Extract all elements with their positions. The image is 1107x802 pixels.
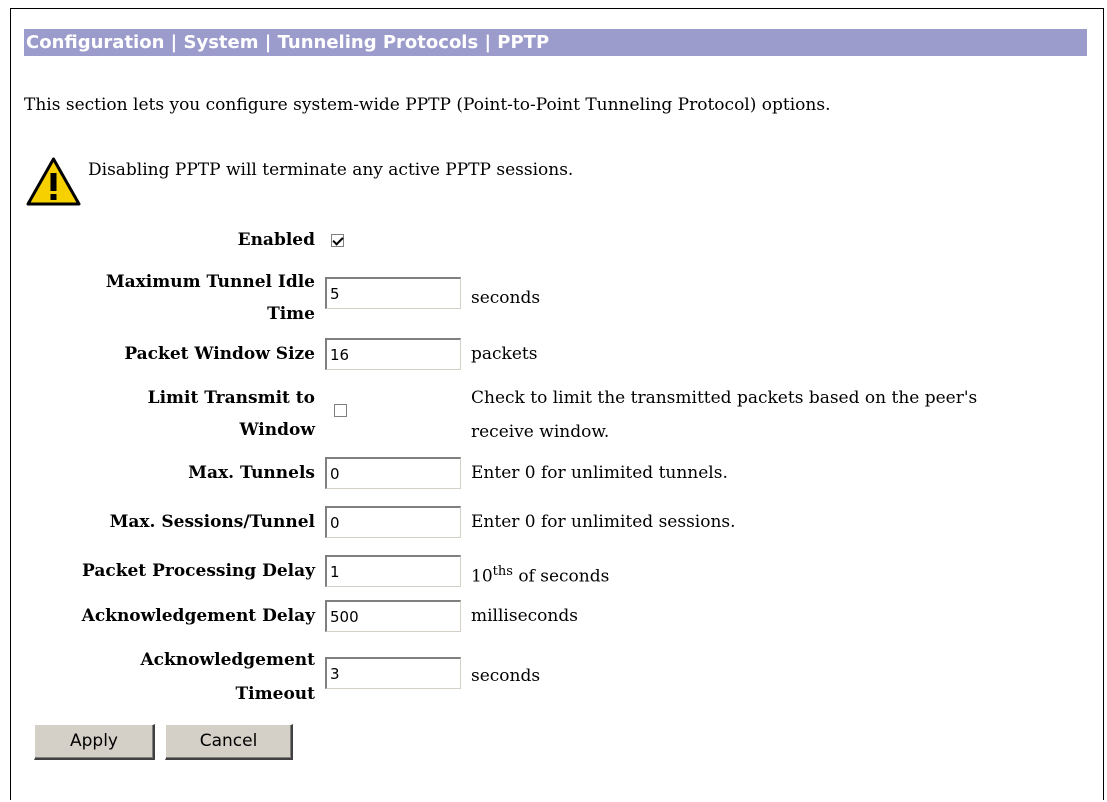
breadcrumb: Configuration | System | Tunneling Proto… [24,29,1087,56]
max-tunnels-hint: Enter 0 for unlimited tunnels. [471,463,728,483]
proc-delay-unit-sup: ths [492,564,513,579]
enabled-checkbox[interactable] [331,234,344,247]
limit-transmit-label-line2: Window [239,420,315,440]
limit-transmit-help-line1: Check to limit the transmitted packets b… [471,388,978,408]
max-sessions-input[interactable]: 0 [325,506,461,538]
proc-delay-input[interactable]: 1 [325,555,461,587]
ack-delay-input[interactable]: 500 [325,600,461,632]
window-size-input[interactable]: 16 [325,338,461,370]
limit-transmit-checkbox[interactable] [334,404,347,417]
enabled-label: Enabled [237,230,315,250]
warning-icon [26,157,81,206]
max-idle-label-line1: Maximum Tunnel Idle [105,272,315,292]
max-tunnels-input[interactable]: 0 [325,457,461,489]
max-sessions-hint: Enter 0 for unlimited sessions. [471,512,736,532]
proc-delay-unit-rest: of seconds [512,566,610,587]
window-size-unit: packets [471,344,538,364]
ack-delay-label: Acknowledgement Delay [81,606,315,626]
ack-timeout-label-line1: Acknowledgement [140,650,315,670]
max-sessions-label: Max. Sessions/Tunnel [109,512,315,532]
proc-delay-label: Packet Processing Delay [82,561,315,581]
apply-button[interactable]: Apply [34,724,155,760]
limit-transmit-label-line1: Limit Transmit to [147,388,315,408]
ack-timeout-unit: seconds [471,666,541,686]
proc-delay-unit-base: 10 [471,566,493,587]
max-tunnels-label: Max. Tunnels [188,463,315,483]
ack-timeout-input[interactable]: 3 [325,657,461,689]
ack-delay-unit: milliseconds [471,606,578,626]
max-idle-label-line2: Time [267,304,315,324]
proc-delay-unit: 10ths of seconds [471,560,609,589]
intro-text: This section lets you configure system-w… [24,95,831,115]
limit-transmit-help-line2: receive window. [471,422,610,442]
warning-text: Disabling PPTP will terminate any active… [88,160,574,180]
max-idle-input[interactable]: 5 [325,277,461,309]
window-size-label: Packet Window Size [124,344,315,364]
cancel-button[interactable]: Cancel [165,724,293,760]
ack-timeout-label-line2: Timeout [235,684,315,704]
max-idle-unit: seconds [471,288,541,308]
